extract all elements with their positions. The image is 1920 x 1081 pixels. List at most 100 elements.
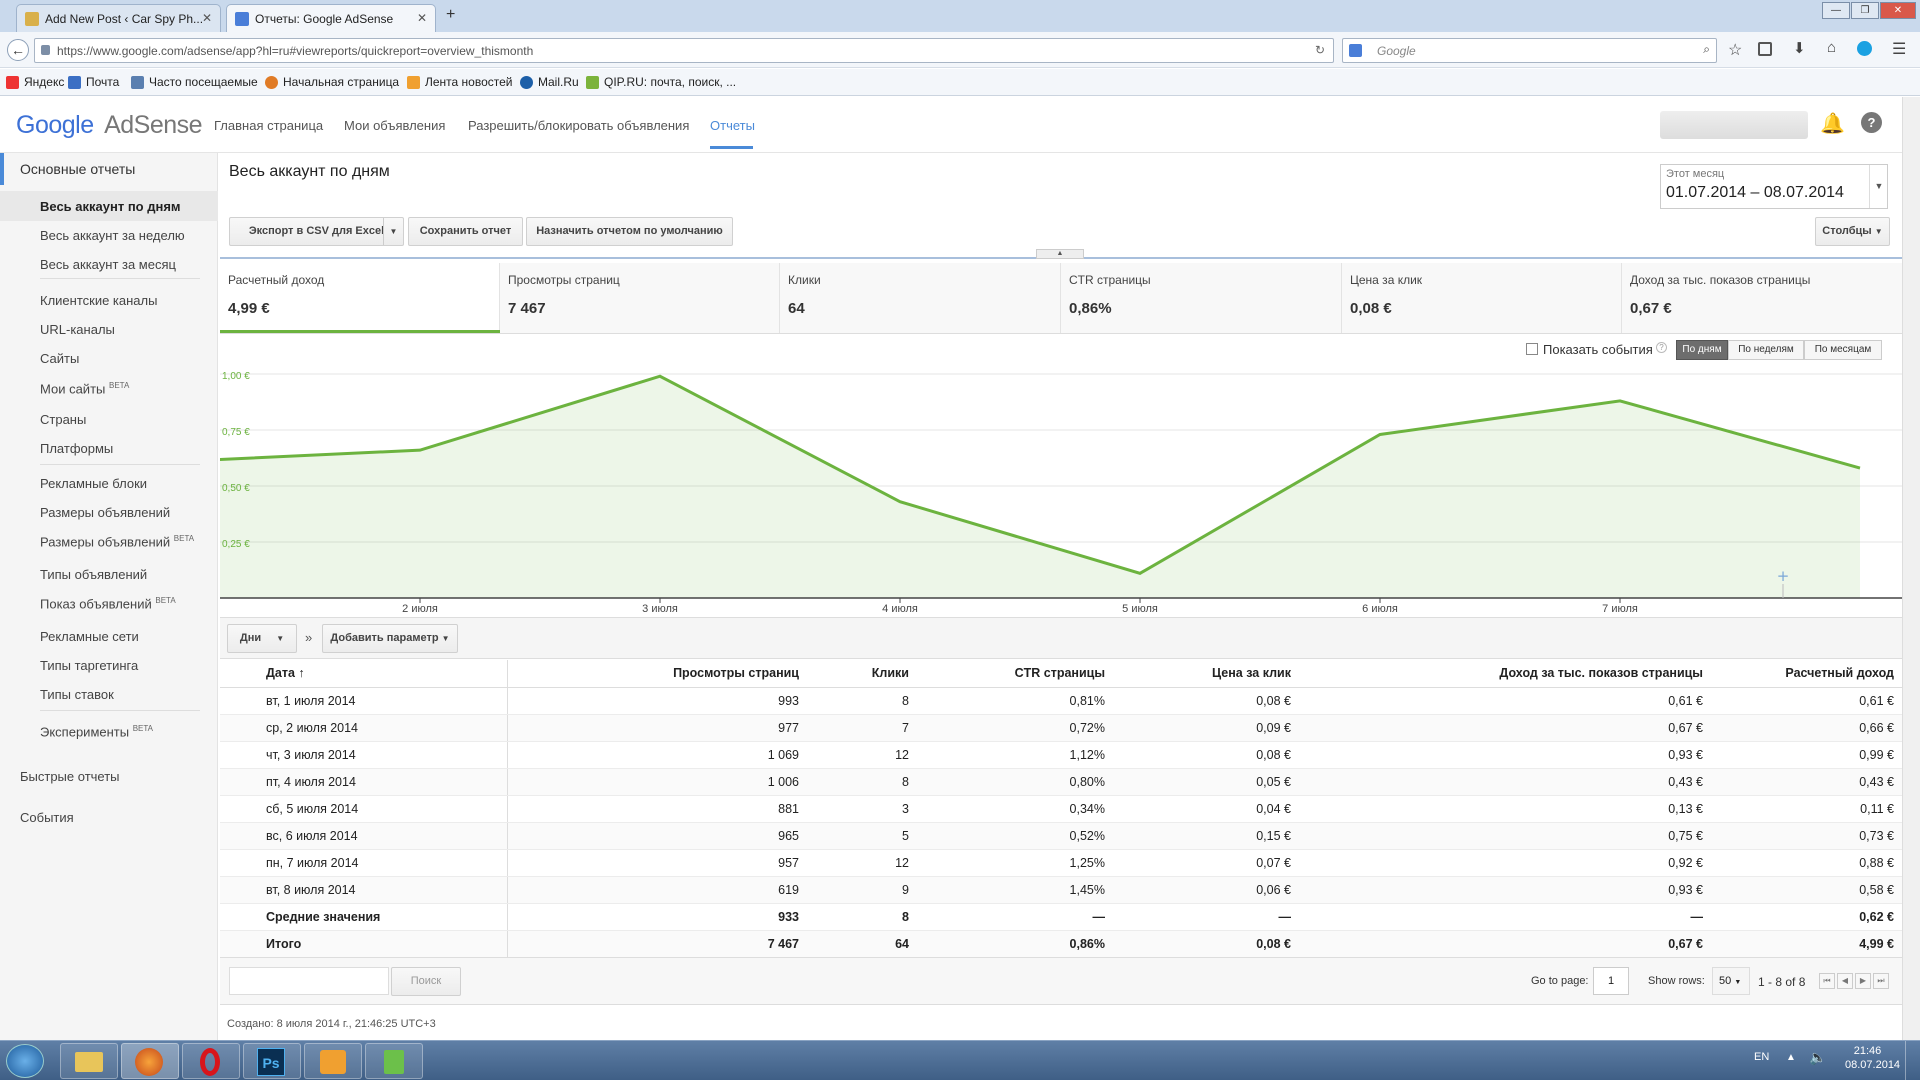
kpi-page-rpm[interactable]: Доход за тыс. показов страницы 0,67 €	[1622, 263, 1902, 333]
table-search-button[interactable]: Поиск	[391, 967, 461, 996]
back-icon[interactable]: ←	[7, 39, 29, 61]
show-desktop-button[interactable]	[1905, 1041, 1920, 1081]
kpi-page-views[interactable]: Просмотры страниц 7 467	[500, 263, 780, 333]
table-search-input[interactable]	[229, 967, 389, 995]
sidebar-section-title[interactable]: Основные отчеты	[20, 161, 135, 177]
sidebar-item-ad-sizes[interactable]: Размеры объявлений	[40, 505, 170, 520]
seg-by-week[interactable]: По неделям	[1728, 340, 1804, 360]
nav-home[interactable]: Главная страница	[214, 118, 323, 133]
sidebar-item-targeting-types[interactable]: Типы таргетинга	[40, 658, 138, 673]
export-csv-button[interactable]: Экспорт в CSV для Excel ▼	[229, 217, 404, 246]
add-parameter-button[interactable]: Добавить параметр ▼	[322, 624, 458, 653]
first-page-icon[interactable]: ⏮	[1819, 973, 1835, 989]
browser-tab-1[interactable]: Add New Post ‹ Car Spy Ph... ✕	[16, 4, 221, 32]
date-range-picker[interactable]: Этот месяц 01.07.2014 – 08.07.2014 ▼	[1660, 164, 1888, 209]
tray-arrow-icon[interactable]: ▲	[1786, 1052, 1796, 1063]
col-page-views[interactable]: Просмотры страниц	[507, 660, 807, 688]
help-icon[interactable]: ?	[1861, 112, 1882, 133]
chevron-down-icon[interactable]: ▼	[383, 218, 403, 245]
photoshop-taskbar-icon[interactable]: Ps	[243, 1043, 301, 1079]
clock[interactable]: 21:46 08.07.2014	[1845, 1045, 1900, 1071]
page-scrollbar[interactable]	[1902, 97, 1920, 1040]
sidebar-item-experiments[interactable]: Эксперименты BETA	[40, 724, 153, 739]
url-bar[interactable]: https://www.google.com/adsense/app?hl=ru…	[34, 38, 1334, 63]
new-tab-icon[interactable]: +	[446, 6, 455, 24]
sidebar-item-ad-networks[interactable]: Рекламные сети	[40, 629, 139, 644]
col-earnings[interactable]: Расчетный доход	[1711, 660, 1902, 688]
nav-reports[interactable]: Отчеты	[710, 118, 755, 133]
sidebar-item-ad-types[interactable]: Типы объявлений	[40, 567, 147, 582]
home-icon[interactable]: ⌂	[1827, 39, 1836, 56]
menu-icon[interactable]: ☰	[1892, 39, 1906, 59]
explorer-taskbar-icon[interactable]	[60, 1043, 118, 1079]
kpi-cpc[interactable]: Цена за клик 0,08 €	[1342, 263, 1622, 333]
goto-page-input[interactable]: 1	[1593, 967, 1629, 995]
col-page-rpm[interactable]: Доход за тыс. показов страницы	[1299, 660, 1711, 688]
prev-page-icon[interactable]: ◀	[1837, 973, 1853, 989]
nav-allow-block-ads[interactable]: Разрешить/блокировать объявления	[468, 118, 689, 133]
show-rows-select[interactable]: 50 ▼	[1712, 967, 1750, 995]
firefox-taskbar-icon[interactable]	[121, 1043, 179, 1079]
search-icon[interactable]: ⌕	[1703, 42, 1710, 57]
set-default-report-button[interactable]: Назначить отчетом по умолчанию	[526, 217, 733, 246]
download-icon[interactable]: ⬇	[1793, 39, 1806, 57]
sidebar-item-countries[interactable]: Страны	[40, 412, 86, 427]
opera-taskbar-icon[interactable]	[182, 1043, 240, 1079]
start-button[interactable]	[6, 1044, 44, 1078]
help-circle-icon[interactable]: ?	[1656, 342, 1667, 353]
show-events-checkbox[interactable]	[1526, 343, 1538, 355]
nav-my-ads[interactable]: Мои объявления	[344, 118, 445, 133]
col-cpc[interactable]: Цена за клик	[1113, 660, 1299, 688]
media-player-taskbar-icon[interactable]	[304, 1043, 362, 1079]
restore-icon[interactable]: ❐	[1851, 2, 1879, 19]
skype-icon[interactable]	[1857, 41, 1872, 56]
bookmark-start[interactable]: Начальная страница	[265, 75, 399, 89]
bookmark-yandex[interactable]: Яндекс	[6, 75, 64, 89]
close-tab-icon[interactable]: ✕	[202, 11, 212, 25]
columns-button[interactable]: Столбцы ▼	[1815, 217, 1890, 246]
close-tab-icon[interactable]: ✕	[417, 11, 427, 25]
account-avatar[interactable]	[1660, 111, 1808, 139]
sidebar-item-sites[interactable]: Сайты	[40, 351, 79, 366]
sidebar-item-account-by-day[interactable]: Весь аккаунт по дням	[40, 199, 181, 214]
sidebar-item-bid-types[interactable]: Типы ставок	[40, 687, 114, 702]
add-event-icon[interactable]: +	[1777, 567, 1790, 585]
sidebar-item-ad-serving[interactable]: Показ объявлений BETA	[40, 596, 176, 611]
reload-icon[interactable]: ↻	[1315, 43, 1325, 57]
seg-by-day[interactable]: По дням	[1676, 340, 1728, 360]
sidebar-item-url-channels[interactable]: URL-каналы	[40, 322, 115, 337]
minimize-icon[interactable]: —	[1822, 2, 1850, 19]
save-report-button[interactable]: Сохранить отчет	[408, 217, 523, 246]
search-engine-icon[interactable]	[1349, 44, 1362, 57]
bookmark-mail[interactable]: Почта	[68, 75, 119, 89]
speaker-icon[interactable]: 🔈	[1809, 1049, 1826, 1066]
sidebar-item-account-by-month[interactable]: Весь аккаунт за месяц	[40, 257, 176, 272]
sidebar-item-custom-channels[interactable]: Клиентские каналы	[40, 293, 157, 308]
bookmark-qip[interactable]: QIP.RU: почта, поиск, ...	[586, 75, 736, 89]
seg-by-month[interactable]: По месяцам	[1804, 340, 1882, 360]
sidebar-item-account-by-week[interactable]: Весь аккаунт за неделю	[40, 228, 185, 243]
kpi-clicks[interactable]: Клики 64	[780, 263, 1061, 333]
kpi-estimated-earnings[interactable]: Расчетный доход 4,99 €	[220, 263, 500, 333]
sidebar-events[interactable]: События	[20, 810, 74, 825]
sidebar-item-ad-sizes-beta[interactable]: Размеры объявлений BETA	[40, 534, 194, 549]
collapse-toggle-icon[interactable]: ▲	[1036, 249, 1084, 259]
search-bar[interactable]: Google ⌕	[1342, 38, 1717, 63]
kpi-page-ctr[interactable]: CTR страницы 0,86%	[1061, 263, 1342, 333]
sidebar-item-ad-units[interactable]: Рекламные блоки	[40, 476, 147, 491]
dimension-days-button[interactable]: Дни ▼	[227, 624, 297, 653]
language-indicator[interactable]: EN	[1754, 1051, 1769, 1063]
last-page-icon[interactable]: ⏭	[1873, 973, 1889, 989]
bookmark-frequent[interactable]: Часто посещаемые	[131, 75, 258, 89]
chevron-down-icon[interactable]: ▼	[1869, 165, 1888, 208]
browser-tab-2[interactable]: Отчеты: Google AdSense ✕	[226, 4, 436, 33]
sidebar-quick-reports[interactable]: Быстрые отчеты	[20, 769, 120, 784]
app-taskbar-icon[interactable]	[365, 1043, 423, 1079]
sidebar-item-platforms[interactable]: Платформы	[40, 441, 113, 456]
col-clicks[interactable]: Клики	[807, 660, 917, 688]
sidebar-item-my-sites[interactable]: Мои сайты BETA	[40, 381, 129, 396]
bell-icon[interactable]: 🔔	[1820, 111, 1845, 136]
col-ctr[interactable]: CTR страницы	[917, 660, 1113, 688]
bookmarks-list-icon[interactable]	[1758, 42, 1772, 56]
col-date[interactable]: Дата ↑	[220, 660, 508, 688]
